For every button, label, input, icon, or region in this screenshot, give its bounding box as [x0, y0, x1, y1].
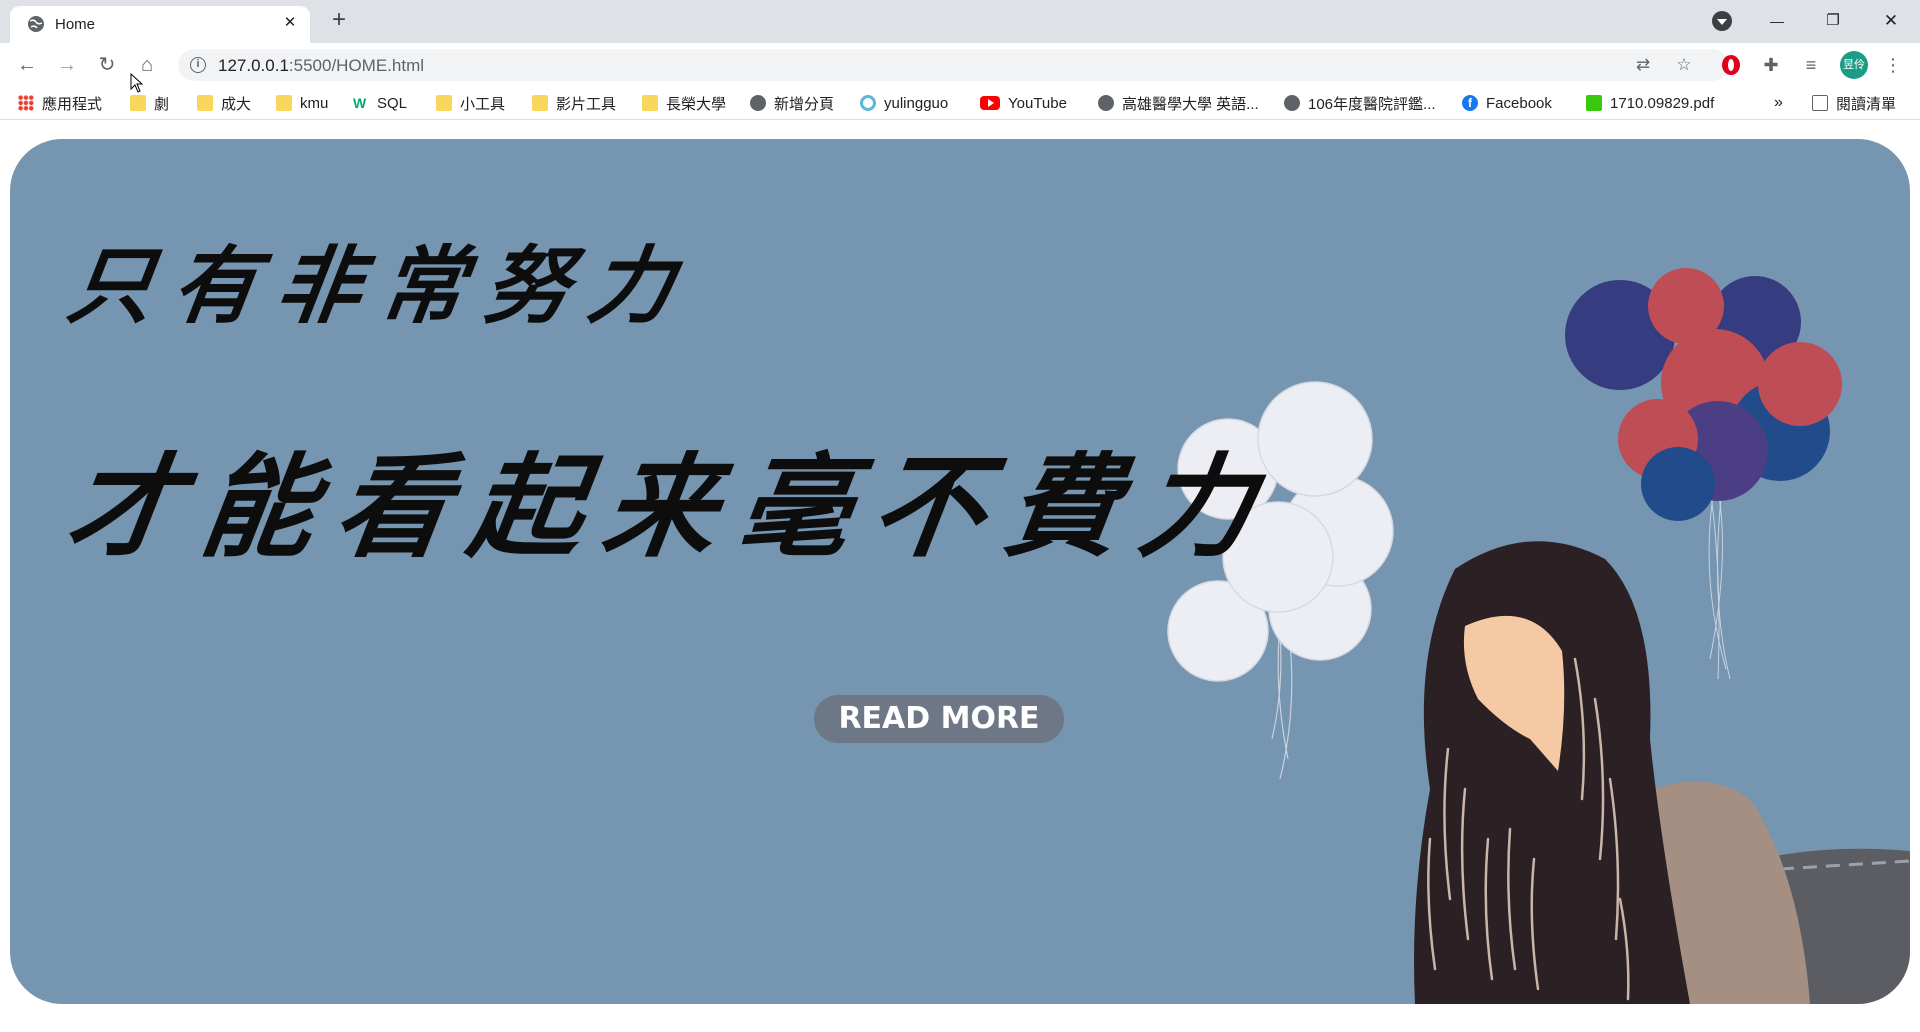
- facebook-icon: f: [1462, 95, 1478, 111]
- bookmark-label: 新增分頁: [774, 95, 835, 113]
- reading-list-icon: [1812, 95, 1828, 111]
- url-host: 127.0.0.1: [218, 56, 289, 75]
- hero-headline-line1: 只有非常努力: [62, 236, 701, 335]
- folder-icon: [642, 95, 658, 111]
- minimize-button[interactable]: —: [1760, 6, 1794, 36]
- folder-icon: [532, 95, 548, 111]
- youtube-icon: [980, 96, 1000, 110]
- bookmark-label: 高雄醫學大學 英語...: [1122, 95, 1259, 113]
- colored-balloons: [1565, 268, 1842, 521]
- bookmark-pdf[interactable]: 1710.09829.pdf: [1586, 92, 1714, 114]
- folder-icon: [436, 95, 452, 111]
- back-icon[interactable]: ←: [13, 51, 41, 79]
- bookmark-label: 長榮大學: [666, 95, 727, 113]
- bookmark-label: yulingguo: [884, 94, 949, 112]
- ring-icon: [860, 95, 876, 111]
- opera-extension-icon[interactable]: [1722, 55, 1740, 75]
- bookmark-youtube[interactable]: YouTube: [980, 92, 1067, 114]
- reload-icon[interactable]: ↻: [93, 51, 121, 79]
- media-queue-icon[interactable]: ≡: [1798, 52, 1824, 78]
- globe-icon: [1284, 95, 1300, 111]
- url-text[interactable]: 127.0.0.1:5500/HOME.html: [218, 56, 424, 76]
- hero-headline-line2: 才能看起来毫不費力: [59, 442, 1284, 573]
- profile-avatar[interactable]: 昱伶: [1840, 51, 1868, 79]
- apps-grid-icon: [18, 95, 34, 111]
- window-close-button[interactable]: ✕: [1874, 6, 1908, 36]
- bookmarks-overflow[interactable]: »: [1774, 92, 1783, 114]
- translate-icon[interactable]: ⇄: [1631, 53, 1655, 77]
- url-path: :5500/HOME.html: [288, 56, 425, 75]
- extensions-puzzle-icon[interactable]: ✚: [1758, 52, 1784, 78]
- bookmark-facebook[interactable]: f Facebook: [1462, 92, 1552, 114]
- bookmark-label: 1710.09829.pdf: [1610, 94, 1715, 112]
- page-viewport: 只有非常努力 才能看起来毫不費力 READ MORE: [0, 73, 1920, 1032]
- bookmark-label: 影片工具: [556, 95, 617, 113]
- bookmarks-bar: 應用程式 劇 成大 kmu W SQL 小工具 影片工具 長榮大學 新增分頁 yu…: [0, 86, 1920, 120]
- tab-home[interactable]: Home ✕: [10, 6, 310, 43]
- globe-icon: [750, 95, 766, 111]
- tab-title: Home: [55, 16, 96, 33]
- browser-toolbar: ← → ↻ ⌂ i 127.0.0.1:5500/HOME.html ⇄ ☆ ✚…: [0, 43, 1920, 86]
- bookmark-apps[interactable]: 應用程式: [18, 92, 102, 114]
- tab-search-icon[interactable]: [1712, 11, 1732, 31]
- bookmark-label: Facebook: [1486, 94, 1552, 112]
- bookmark-kmu-english[interactable]: 高雄醫學大學 英語...: [1098, 92, 1259, 114]
- bookmark-folder[interactable]: 長榮大學: [642, 92, 726, 114]
- mouse-cursor-icon: [130, 73, 144, 93]
- bookmark-label: SQL: [377, 94, 408, 112]
- globe-icon: [1098, 95, 1114, 111]
- restore-button[interactable]: ❐: [1816, 6, 1850, 36]
- hero-banner: 只有非常努力 才能看起来毫不費力 READ MORE: [10, 139, 1910, 1004]
- bookmark-sql[interactable]: W SQL: [353, 92, 407, 114]
- folder-icon: [197, 95, 213, 111]
- read-more-button[interactable]: READ MORE: [814, 695, 1064, 743]
- bookmark-label: 劇: [154, 95, 170, 113]
- new-tab-button[interactable]: +: [325, 7, 353, 35]
- bookmark-label: YouTube: [1008, 94, 1067, 112]
- bookmark-hospital[interactable]: 106年度醫院評鑑...: [1284, 92, 1436, 114]
- bookmark-new-tab[interactable]: 新增分頁: [750, 92, 834, 114]
- w3schools-icon: W: [353, 95, 367, 111]
- info-icon[interactable]: i: [190, 57, 206, 73]
- tab-strip: Home ✕ + — ❐ ✕: [0, 0, 1920, 43]
- close-icon[interactable]: ✕: [280, 13, 300, 33]
- folder-icon: [130, 95, 146, 111]
- bookmark-label: 成大: [221, 95, 252, 113]
- bookmark-star-icon[interactable]: ☆: [1672, 53, 1696, 77]
- bookmark-folder[interactable]: 影片工具: [532, 92, 616, 114]
- forward-icon[interactable]: →: [53, 51, 81, 79]
- bookmark-folder[interactable]: 小工具: [436, 92, 505, 114]
- reading-list-label: 閱讀清單: [1836, 95, 1897, 113]
- more-menu-icon[interactable]: ⋮: [1880, 52, 1906, 78]
- bookmark-label: 應用程式: [42, 95, 103, 113]
- folder-icon: [276, 95, 292, 111]
- bookmark-yulingguo[interactable]: yulingguo: [860, 92, 948, 114]
- bookmark-label: kmu: [300, 94, 329, 112]
- bookmark-label: 106年度醫院評鑑...: [1308, 95, 1436, 113]
- bookmark-label: 小工具: [460, 95, 506, 113]
- pdf-icon: [1586, 95, 1602, 111]
- address-bar[interactable]: i 127.0.0.1:5500/HOME.html ⇄ ☆: [178, 49, 1728, 81]
- globe-icon: [28, 16, 44, 32]
- bookmark-folder[interactable]: 成大: [197, 92, 251, 114]
- bookmark-folder[interactable]: kmu: [276, 92, 328, 114]
- bookmark-folder[interactable]: 劇: [130, 92, 169, 114]
- reading-list-button[interactable]: 閱讀清單: [1812, 92, 1896, 114]
